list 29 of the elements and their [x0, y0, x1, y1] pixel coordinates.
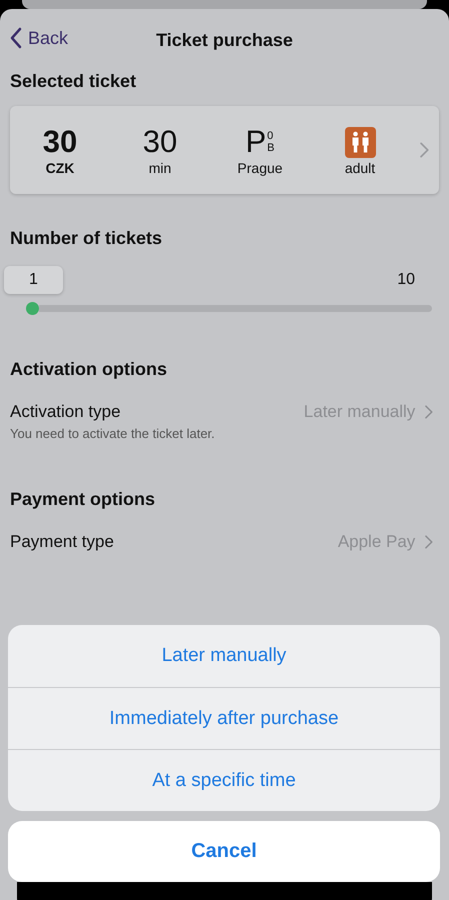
zone-letter: P [245, 124, 266, 160]
section-heading: Payment options [10, 489, 156, 510]
screen-title: Ticket purchase [156, 30, 293, 50]
currency: CZK [46, 160, 74, 176]
zone-superscript: 0 [267, 130, 274, 142]
activation-hint: You need to activate the ticket later. [10, 426, 216, 441]
back-chevron-icon [10, 27, 22, 49]
section-heading: Activation options [10, 359, 168, 380]
chevron-right-icon [425, 405, 433, 419]
slider-track[interactable] [39, 305, 432, 312]
back-button[interactable]: Back [10, 27, 68, 49]
action-option[interactable]: Immediately after purchase [8, 687, 440, 749]
duration: 30 [142, 124, 178, 160]
slider-thumb[interactable] [26, 302, 39, 315]
zone-subscript: B [267, 142, 275, 154]
slider-value: 1 [4, 266, 63, 294]
cancel-button[interactable]: Cancel [8, 821, 440, 882]
people-icon [344, 126, 376, 158]
action-option[interactable]: At a specific time [8, 749, 440, 811]
slider-max: 10 [397, 271, 415, 289]
price: 30 [42, 124, 78, 160]
chevron-right-icon [425, 535, 433, 549]
section-heading: Selected ticket [10, 71, 138, 92]
action-option[interactable]: Later manually [8, 625, 440, 687]
section-heading: Number of tickets [10, 228, 164, 249]
duration-unit: min [148, 160, 172, 176]
zone-name: Prague [237, 160, 283, 176]
chevron-right-icon [420, 142, 429, 158]
fare-type: adult [344, 160, 376, 176]
